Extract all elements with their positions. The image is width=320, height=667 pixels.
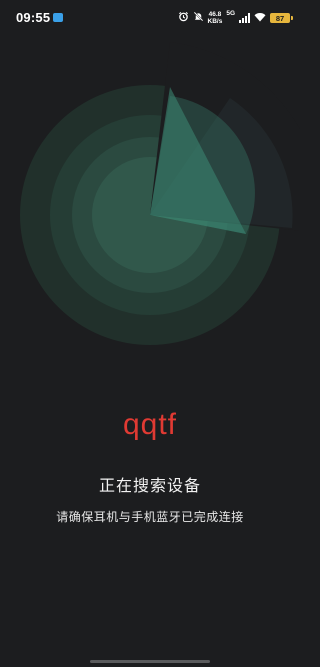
connection-hint: 请确保耳机与手机蓝牙已完成连接 [56,510,244,524]
searching-title: 正在搜索设备 [98,478,201,495]
radar-scan-graphic [20,42,300,345]
home-indicator[interactable] [90,660,210,663]
device-name: qqtf [122,408,178,441]
